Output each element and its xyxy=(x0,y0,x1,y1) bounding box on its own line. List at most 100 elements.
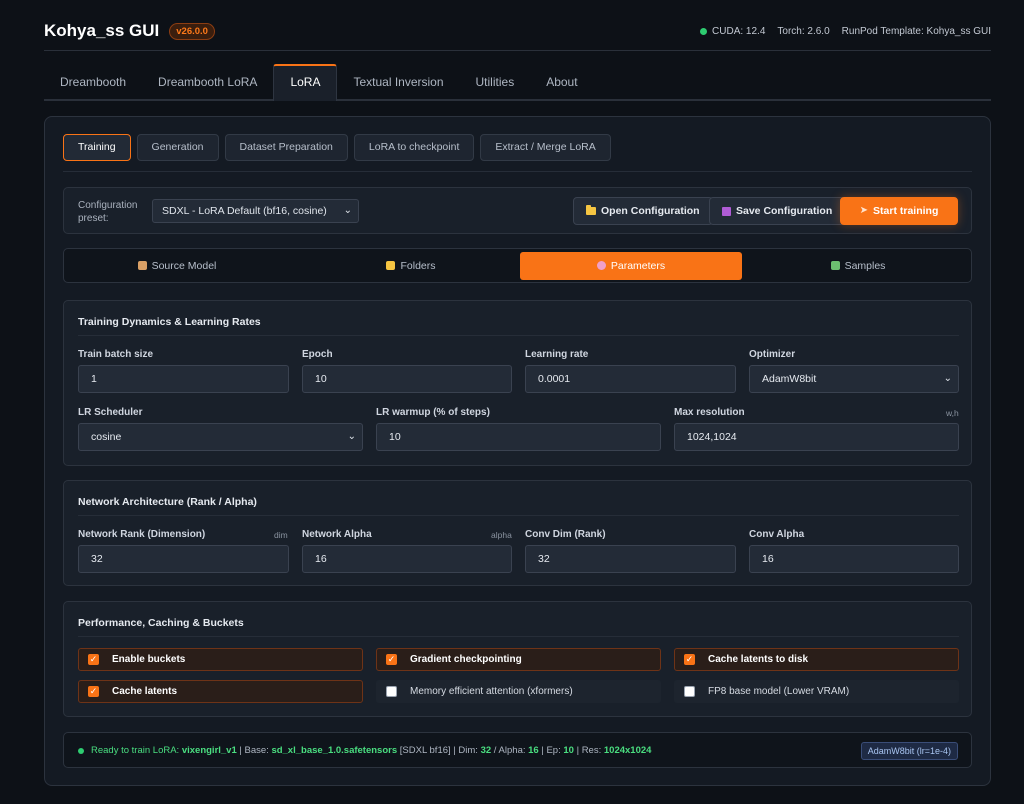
learning-rate-label: Learning rate xyxy=(525,349,589,360)
divider xyxy=(78,515,959,516)
runpod-template: RunPod Template: Kohya_ss GUI xyxy=(841,25,991,37)
training-status-bar: Ready to train LoRA: vixengirl_v1 | Base… xyxy=(63,732,972,768)
chevron-down-icon: ⌄ xyxy=(347,431,356,442)
open-configuration-label: Open Configuration xyxy=(601,205,700,217)
tab-utilities[interactable]: Utilities xyxy=(460,64,531,99)
base-prefix: | Base: xyxy=(239,745,269,756)
lr-scheduler-label: LR Scheduler xyxy=(78,407,143,418)
lr-scheduler-select[interactable]: cosine ⌄ xyxy=(78,423,363,451)
tab-dreambooth[interactable]: Dreambooth xyxy=(44,64,142,99)
unchecked-box-icon xyxy=(684,686,695,697)
network-rank-hint: dim xyxy=(274,530,288,540)
subtab-training[interactable]: Training xyxy=(63,134,131,161)
enable-buckets-label: Enable buckets xyxy=(112,654,186,665)
optimizer-select[interactable]: AdamW8bit ⌄ xyxy=(749,365,959,393)
divider xyxy=(63,171,972,172)
train-batch-size-input[interactable]: 1 xyxy=(78,365,289,393)
system-status: CUDA: 12.4 Torch: 2.6.0 RunPod Template:… xyxy=(700,26,991,37)
lr-warmup-input[interactable]: 10 xyxy=(376,423,661,451)
chevron-down-icon: ⌄ xyxy=(343,205,352,216)
base-model: sd_xl_base_1.0.safetensors xyxy=(271,745,398,756)
fp8-base-model-checkbox[interactable]: FP8 base model (Lower VRAM) xyxy=(674,680,959,703)
section-tab-samples[interactable]: Samples xyxy=(747,252,969,280)
subtab-generation[interactable]: Generation xyxy=(136,134,219,161)
cache-latents-to-disk-checkbox[interactable]: ✓ Cache latents to disk xyxy=(674,648,959,671)
max-resolution-hint: w,h xyxy=(946,408,959,418)
network-rank-input[interactable]: 32 xyxy=(78,545,289,573)
enable-buckets-checkbox[interactable]: ✓ Enable buckets xyxy=(78,648,363,671)
section-tab-source-model[interactable]: Source Model xyxy=(66,252,288,280)
status-line: Ready to train LoRA: vixengirl_v1 | Base… xyxy=(78,745,651,756)
subtab-dataset-preparation[interactable]: Dataset Preparation xyxy=(224,134,348,161)
cache-latents-to-disk-label: Cache latents to disk xyxy=(708,654,809,665)
performance-title: Performance, Caching & Buckets xyxy=(78,617,244,629)
tab-about[interactable]: About xyxy=(530,64,593,99)
tab-lora[interactable]: LoRA xyxy=(273,64,338,101)
epoch-label: Epoch xyxy=(302,349,333,360)
memory-efficient-attention-checkbox[interactable]: Memory efficient attention (xformers) xyxy=(376,680,661,703)
train-batch-size-label: Train batch size xyxy=(78,349,154,360)
max-resolution-input[interactable]: 1024,1024 xyxy=(674,423,959,451)
config-preset-label: Configuration preset: xyxy=(78,200,138,224)
torch-version: Torch: 2.6.0 xyxy=(777,25,830,37)
learning-rate-input[interactable]: 0.0001 xyxy=(525,365,736,393)
save-configuration-label: Save Configuration xyxy=(736,205,833,217)
lr-scheduler-value: cosine xyxy=(91,431,122,443)
rocket-icon: ➤ xyxy=(859,205,869,216)
alpha-value: 16 xyxy=(528,745,539,756)
memory-efficient-attention-label: Memory efficient attention (xformers) xyxy=(410,686,573,697)
section-tabs: Source Model Folders Parameters Samples xyxy=(63,248,972,283)
network-alpha-input[interactable]: 16 xyxy=(302,545,512,573)
section-tab-parameters[interactable]: Parameters xyxy=(520,252,742,280)
app-header: Kohya_ss GUI v26.0.0 CUDA: 12.4 Torch: 2… xyxy=(44,18,991,51)
lr-warmup-label: LR warmup (% of steps) xyxy=(376,407,490,418)
sub-tabs: Training Generation Dataset Preparation … xyxy=(63,134,611,161)
training-dynamics-card: Training Dynamics & Learning Rates Train… xyxy=(63,300,972,466)
network-architecture-card: Network Architecture (Rank / Alpha) Netw… xyxy=(63,480,972,586)
cuda-version: CUDA: 12.4 xyxy=(712,25,766,37)
start-training-label: Start training xyxy=(873,205,939,217)
config-preset-value: SDXL - LoRA Default (bf16, cosine) xyxy=(162,205,327,217)
main-tabs: Dreambooth Dreambooth LoRA LoRA Textual … xyxy=(44,64,991,101)
conv-alpha-label: Conv Alpha xyxy=(749,529,805,540)
save-configuration-button[interactable]: Save Configuration xyxy=(709,197,846,225)
epoch-input[interactable]: 10 xyxy=(302,365,512,393)
configuration-bar: Configuration preset: SDXL - LoRA Defaul… xyxy=(63,187,972,234)
checkmark-icon: ✓ xyxy=(88,654,99,665)
ready-prefix: Ready to train LoRA: xyxy=(91,745,180,756)
status-dot-icon xyxy=(700,27,708,35)
cache-latents-label: Cache latents xyxy=(112,686,178,697)
conv-dim-input[interactable]: 32 xyxy=(525,545,736,573)
network-architecture-title: Network Architecture (Rank / Alpha) xyxy=(78,496,257,508)
image-icon xyxy=(830,261,840,270)
max-resolution-label: Max resolution xyxy=(674,407,745,418)
tab-dreambooth-lora[interactable]: Dreambooth LoRA xyxy=(142,64,273,99)
unchecked-box-icon xyxy=(386,686,397,697)
gradient-checkpointing-checkbox[interactable]: ✓ Gradient checkpointing xyxy=(376,648,661,671)
divider xyxy=(78,636,959,637)
subtab-lora-to-checkpoint[interactable]: LoRA to checkpoint xyxy=(353,134,475,161)
cache-latents-checkbox[interactable]: ✓ Cache latents xyxy=(78,680,363,703)
open-configuration-button[interactable]: Open Configuration xyxy=(573,197,713,225)
checkmark-icon: ✓ xyxy=(684,654,695,665)
conv-alpha-input[interactable]: 16 xyxy=(749,545,959,573)
lora-panel: Training Generation Dataset Preparation … xyxy=(44,116,991,786)
section-tab-folders[interactable]: Folders xyxy=(300,252,522,280)
folder-icon xyxy=(586,205,596,215)
divider xyxy=(78,335,959,336)
performance-card: Performance, Caching & Buckets ✓ Enable … xyxy=(63,601,972,717)
optimizer-value: AdamW8bit xyxy=(762,373,817,385)
base-tag: [SDXL bf16] xyxy=(399,745,451,756)
conv-dim-label: Conv Dim (Rank) xyxy=(525,529,606,540)
start-training-button[interactable]: ➤ Start training xyxy=(840,197,958,225)
network-alpha-hint: alpha xyxy=(491,530,512,540)
folder-icon xyxy=(386,261,396,270)
fp8-base-model-label: FP8 base model (Lower VRAM) xyxy=(708,686,850,697)
status-dot-icon xyxy=(78,747,84,754)
config-preset-select[interactable]: SDXL - LoRA Default (bf16, cosine) ⌄ xyxy=(152,199,359,223)
checkmark-icon: ✓ xyxy=(88,686,99,697)
dim-value: 32 xyxy=(480,745,492,756)
tab-textual-inversion[interactable]: Textual Inversion xyxy=(337,64,459,99)
subtab-extract-merge-lora[interactable]: Extract / Merge LoRA xyxy=(480,134,611,161)
checkmark-icon: ✓ xyxy=(386,654,397,665)
